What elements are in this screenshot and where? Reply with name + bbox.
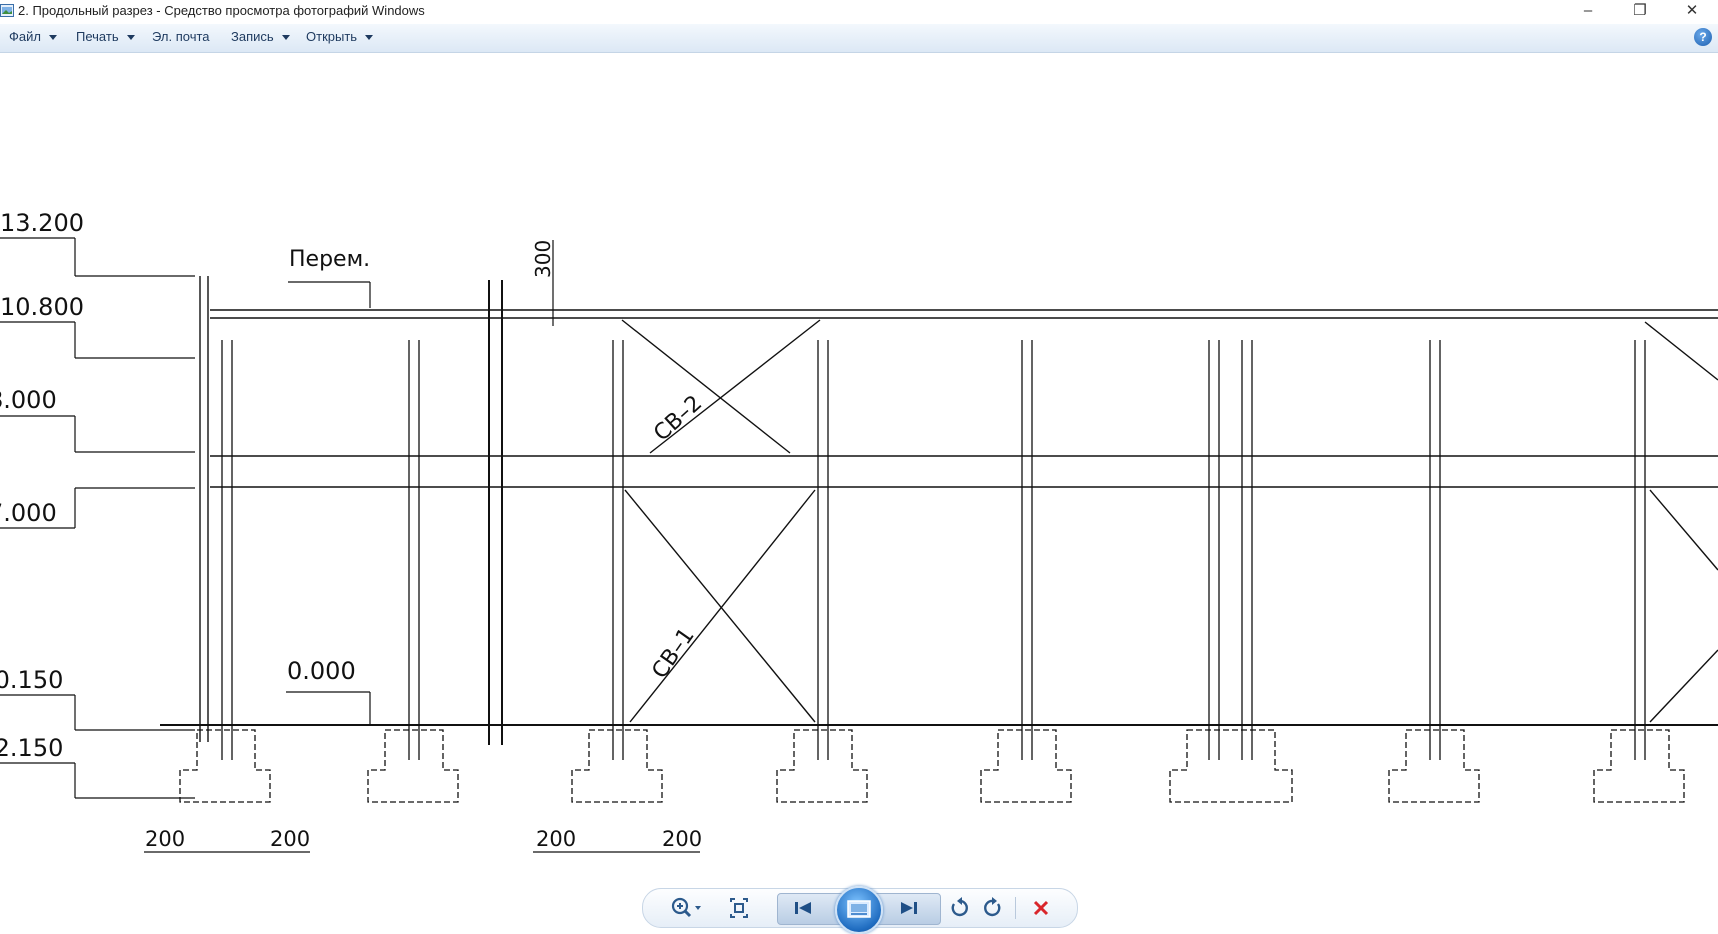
elevation-0000: 0.000 [287,657,356,685]
dimension-200: 200 [662,827,702,851]
label-perem: Перем. [289,247,370,272]
menu-email[interactable]: Эл. почта [152,29,210,44]
dimension-200: 200 [536,827,576,851]
dimension-200: 200 [270,827,310,851]
dimension-300: 300 [531,240,555,278]
elevation-10800: 10.800 [0,293,84,321]
brace-label-sv1: СВ–1 [647,624,699,684]
elevation-7000: 7.000 [0,499,57,527]
elevation-13200: 13.200 [0,209,84,237]
close-window-button[interactable]: ✕ [1672,0,1712,22]
title-bar: 2. Продольный разрез - Средство просмотр… [0,0,1718,22]
previous-icon[interactable] [789,895,817,921]
fit-to-window-icon[interactable] [725,895,753,921]
rotate-right-icon[interactable] [979,895,1007,921]
viewer-control-bar [642,886,1078,934]
window-title: 2. Продольный разрез - Средство просмотр… [18,3,425,18]
chevron-down-icon [281,35,290,41]
menu-email-label: Эл. почта [152,29,210,44]
menu-bar: Файл Печать Эл. почта Запись Открыть ? [0,24,1718,53]
help-icon[interactable]: ? [1694,28,1712,46]
menu-open[interactable]: Открыть [306,29,374,44]
menu-file[interactable]: Файл [9,29,57,44]
elevation-minus-0150: -0.150 [0,666,63,694]
image-canvas[interactable]: 13.200 10.800 8.000 7.000 -0.150 -2.150 … [0,52,1718,930]
rotate-left-icon[interactable] [945,895,973,921]
menu-print-label: Печать [76,29,119,44]
slideshow-button[interactable] [835,886,883,934]
dimension-200: 200 [145,827,185,851]
restore-button[interactable]: ❐ [1620,0,1660,22]
delete-icon[interactable] [1027,895,1055,921]
minimize-button[interactable]: – [1568,0,1608,22]
menu-burn-label: Запись [231,29,274,44]
slideshow-icon [847,900,871,918]
next-icon[interactable] [895,895,923,921]
menu-file-label: Файл [9,29,41,44]
elevation-minus-2150: -2.150 [0,734,63,762]
zoom-icon[interactable] [667,895,705,921]
photo-viewer-app-icon [0,4,14,17]
menu-print[interactable]: Печать [76,29,135,44]
elevation-8000: 8.000 [0,386,57,414]
chevron-down-icon [365,35,374,41]
chevron-down-icon [126,35,135,41]
chevron-down-icon [48,35,57,41]
menu-open-label: Открыть [306,29,358,44]
toolbar-divider [1015,897,1016,919]
menu-burn[interactable]: Запись [231,29,290,44]
brace-label-sv2: СВ–2 [649,391,707,447]
